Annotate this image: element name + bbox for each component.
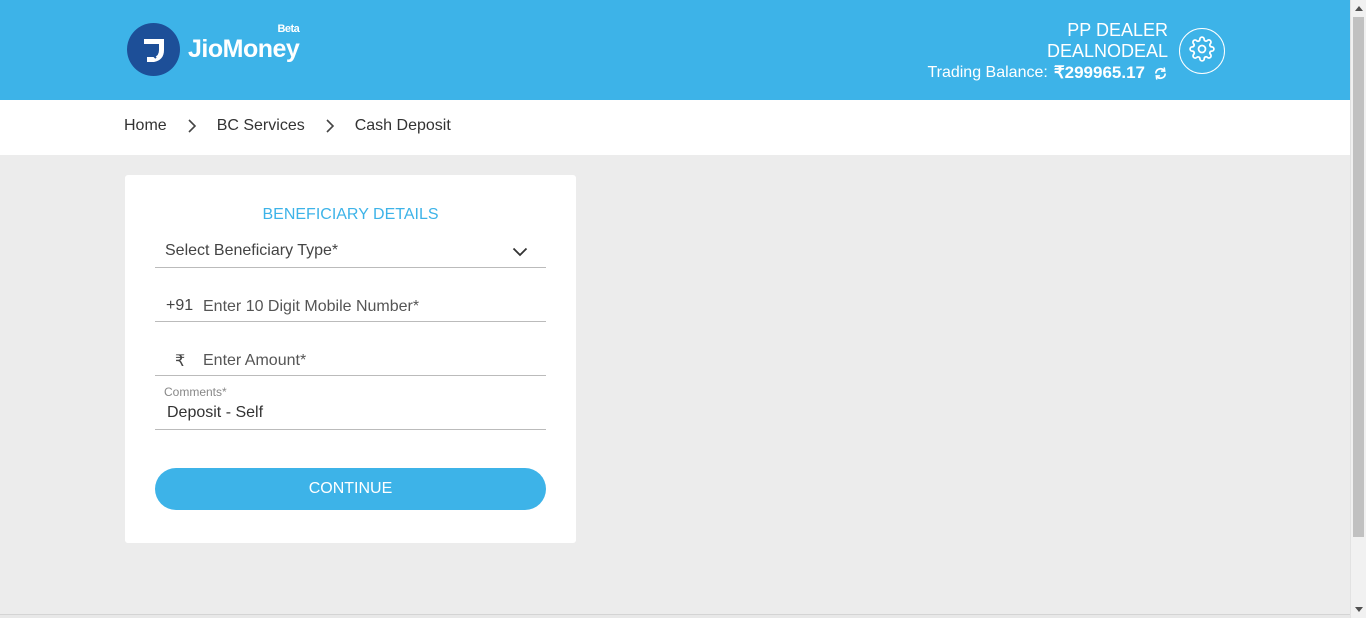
amount-input[interactable] [203, 348, 533, 374]
scroll-down-arrow-icon[interactable] [1351, 602, 1366, 618]
comments-label: Comments* [164, 385, 227, 399]
rupee-icon: ₹ [175, 353, 186, 370]
breadcrumb: Home BC Services Cash Deposit [124, 117, 451, 135]
trading-balance: Trading Balance: ₹299965.17 [927, 62, 1168, 84]
mobile-prefix: +91 [166, 297, 194, 314]
vertical-scrollbar[interactable] [1350, 0, 1366, 618]
balance-value: ₹299965.17 [1053, 63, 1145, 82]
beta-badge: Beta [277, 23, 300, 35]
breadcrumb-home[interactable]: Home [124, 117, 167, 135]
top-header: JioMoney Beta PP DEALER DEALNODEAL Tradi… [0, 0, 1350, 100]
chevron-right-icon [187, 119, 197, 133]
mobile-number-field: +91 [155, 294, 546, 322]
rupee-logo-icon [127, 23, 180, 76]
mobile-number-input[interactable] [203, 294, 533, 320]
continue-button[interactable]: CONTINUE [155, 468, 546, 510]
beneficiary-type-placeholder: Select Beneficiary Type* [165, 242, 339, 259]
breadcrumb-cash-deposit: Cash Deposit [354, 117, 451, 134]
comments-field[interactable]: Comments* Deposit - Self [155, 382, 546, 430]
refresh-icon[interactable] [1153, 66, 1168, 81]
beneficiary-type-select[interactable]: Select Beneficiary Type* [155, 239, 546, 268]
comments-value[interactable]: Deposit - Self [167, 404, 263, 422]
jiomoney-logo[interactable]: JioMoney Beta [127, 23, 300, 76]
form-title: BENEFICIARY DETAILS [262, 206, 439, 223]
settings-button[interactable] [1179, 28, 1225, 74]
breadcrumb-bar: Home BC Services Cash Deposit [0, 100, 1350, 155]
breadcrumb-bc-services[interactable]: BC Services [217, 117, 305, 135]
user-info: PP DEALER DEALNODEAL Trading Balance: ₹2… [927, 20, 1168, 84]
beneficiary-form-card: BENEFICIARY DETAILS Select Beneficiary T… [125, 175, 576, 543]
chevron-down-icon [512, 244, 528, 262]
scrollbar-thumb[interactable] [1353, 17, 1364, 537]
balance-label: Trading Balance: [927, 64, 1048, 81]
amount-field: ₹ [155, 348, 546, 376]
chevron-right-icon [325, 119, 335, 133]
scroll-up-arrow-icon[interactable] [1351, 0, 1366, 16]
user-name-line2: DEALNODEAL [1046, 41, 1168, 61]
logo-text: JioMoney [188, 35, 300, 63]
gear-icon [1189, 35, 1215, 67]
user-name-line1: PP DEALER [1067, 20, 1168, 40]
bottom-divider [0, 614, 1350, 618]
